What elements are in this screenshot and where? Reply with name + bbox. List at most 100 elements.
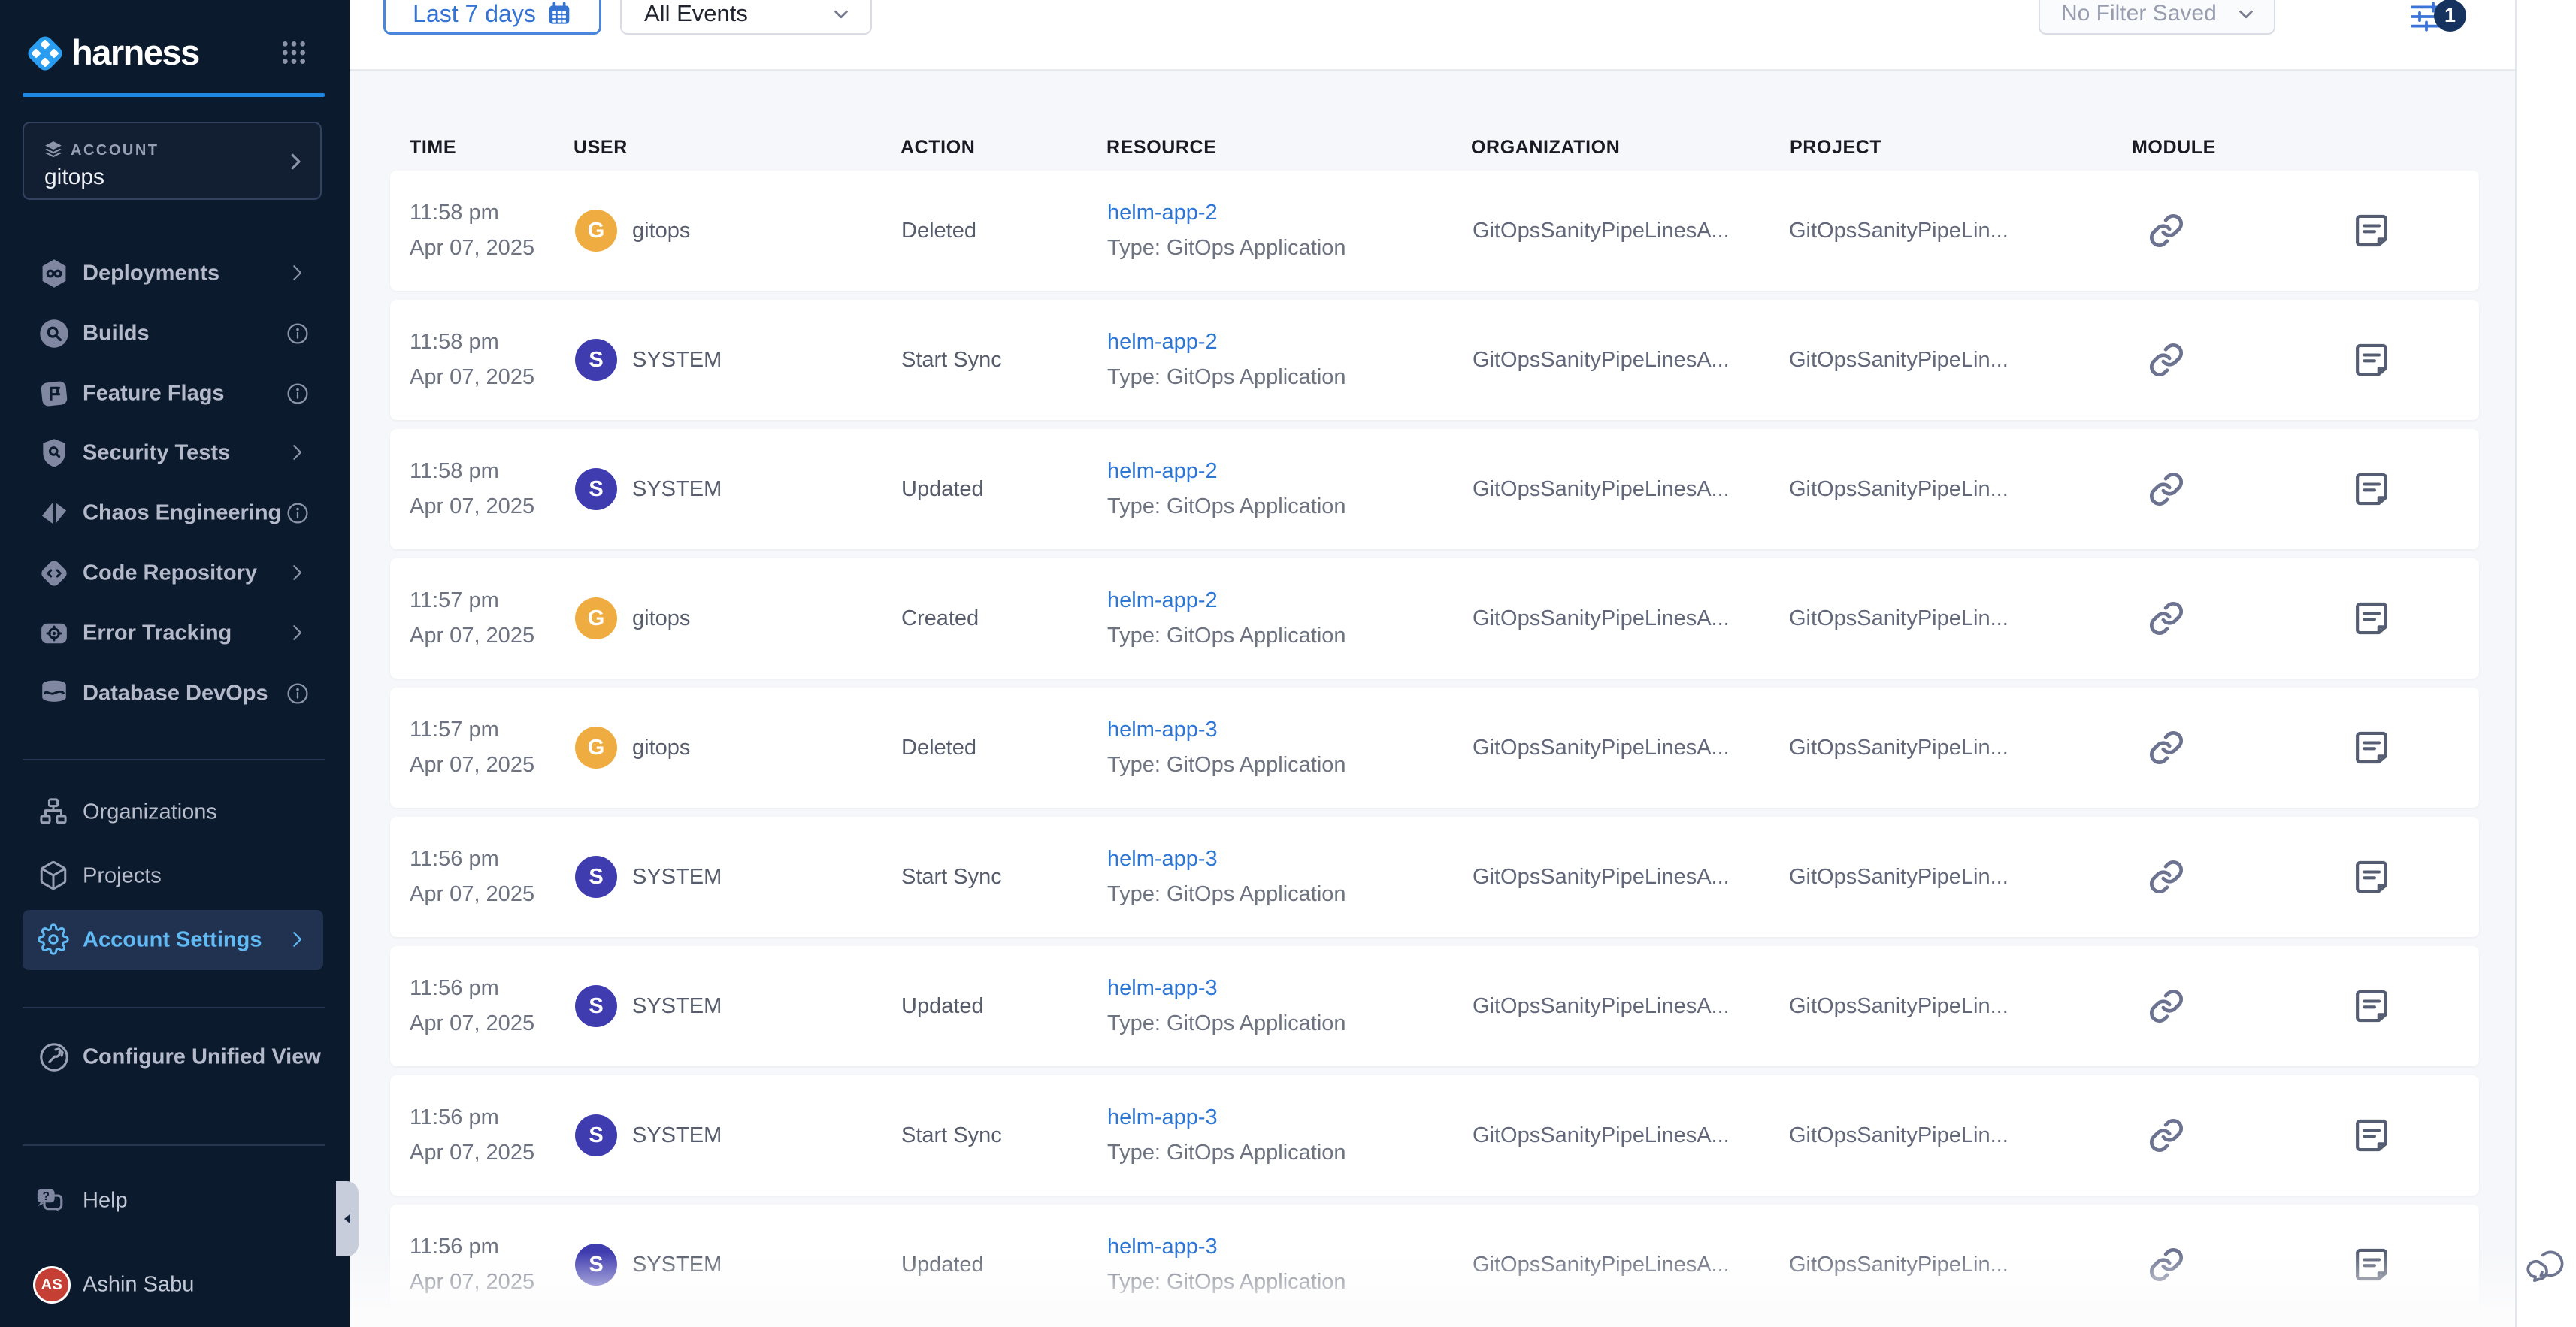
sidebar-item-builds[interactable]: Builds xyxy=(23,304,323,364)
logo-divider xyxy=(23,93,325,97)
resource-type: Type: GitOps Application xyxy=(1107,364,1346,390)
event-organization: GitOpsSanityPipeLinesA... xyxy=(1473,735,1730,760)
column-header-project: PROJECT xyxy=(1790,137,1881,159)
support-chat-icon[interactable] xyxy=(2526,1246,2568,1288)
sidebar-item-chaos-engineering[interactable]: Chaos Engineering xyxy=(23,483,323,543)
event-date: Apr 07, 2025 xyxy=(410,1011,534,1036)
sidebar-item-deployments[interactable]: Deployments xyxy=(23,243,323,304)
sidebar-item-account-settings[interactable]: Account Settings xyxy=(23,910,323,970)
chevron-right-icon xyxy=(286,928,310,952)
event-organization: GitOpsSanityPipeLinesA... xyxy=(1473,1252,1730,1277)
event-summary-note-icon[interactable] xyxy=(2352,1116,2391,1155)
audit-event-row[interactable]: 11:58 pm Apr 07, 2025 S SYSTEM Updated h… xyxy=(390,429,2479,549)
event-user: SYSTEM xyxy=(632,1123,722,1148)
event-user: SYSTEM xyxy=(632,993,722,1019)
resource-link[interactable]: helm-app-3 xyxy=(1107,717,1218,742)
audit-event-row[interactable]: 11:58 pm Apr 07, 2025 S SYSTEM Start Syn… xyxy=(390,300,2479,420)
app-grid-icon[interactable] xyxy=(279,38,309,68)
event-project: GitOpsSanityPipeLin... xyxy=(1789,606,2008,631)
chevron-down-icon xyxy=(2235,3,2257,26)
resource-link[interactable]: helm-app-3 xyxy=(1107,1234,1218,1259)
event-date: Apr 07, 2025 xyxy=(410,364,534,390)
audit-event-row[interactable]: 11:58 pm Apr 07, 2025 G gitops Deleted h… xyxy=(390,171,2479,291)
saved-filter-select[interactable]: No Filter Saved xyxy=(2039,0,2275,35)
projects-icon xyxy=(38,860,71,893)
security-tests-icon xyxy=(38,437,71,470)
resource-type: Type: GitOps Application xyxy=(1107,881,1346,907)
event-summary-note-icon[interactable] xyxy=(2352,211,2391,250)
sidebar-item-projects[interactable]: Projects xyxy=(23,846,323,906)
date-range-button[interactable]: Last 7 days xyxy=(383,0,601,35)
column-header-resource: RESOURCE xyxy=(1106,137,1217,159)
event-date: Apr 07, 2025 xyxy=(410,235,534,261)
sidebar-item-feature-flags[interactable]: Feature Flags xyxy=(23,364,323,424)
audit-event-row[interactable]: 11:56 pm Apr 07, 2025 S SYSTEM Start Syn… xyxy=(390,817,2479,937)
resource-link[interactable]: helm-app-2 xyxy=(1107,588,1218,613)
audit-event-row[interactable]: 11:57 pm Apr 07, 2025 G gitops Created h… xyxy=(390,558,2479,679)
account-scope-selector[interactable]: ACCOUNT gitops xyxy=(23,122,322,200)
event-summary-note-icon[interactable] xyxy=(2352,987,2391,1026)
event-action: Deleted xyxy=(901,218,976,243)
event-time: 11:56 pm xyxy=(410,1105,499,1130)
event-user: gitops xyxy=(632,606,690,631)
saved-filter-value: No Filter Saved xyxy=(2061,1,2217,26)
sidebar: harness ACCOUNT gitops xyxy=(0,0,350,1327)
sidebar-item-database-devops[interactable]: Database DevOps xyxy=(23,664,323,724)
event-user: gitops xyxy=(632,218,690,243)
gitops-module-link-icon xyxy=(2148,600,2185,637)
sidebar-item-help[interactable]: ? Help xyxy=(23,1171,323,1231)
audit-event-row[interactable]: 11:56 pm Apr 07, 2025 S SYSTEM Start Syn… xyxy=(390,1075,2479,1196)
audit-event-row[interactable]: 11:57 pm Apr 07, 2025 G gitops Deleted h… xyxy=(390,688,2479,808)
resource-link[interactable]: helm-app-3 xyxy=(1107,975,1218,1001)
resource-link[interactable]: helm-app-2 xyxy=(1107,329,1218,355)
gitops-module-link-icon xyxy=(2148,729,2185,766)
sidebar-item-security-tests[interactable]: Security Tests xyxy=(23,423,323,483)
event-summary-note-icon[interactable] xyxy=(2352,728,2391,767)
event-time: 11:58 pm xyxy=(410,329,499,355)
event-summary-note-icon[interactable] xyxy=(2352,340,2391,379)
table-header-row: TIME USER ACTION RESOURCE ORGANIZATION P… xyxy=(350,137,2515,162)
event-date: Apr 07, 2025 xyxy=(410,1269,534,1295)
resource-link[interactable]: helm-app-3 xyxy=(1107,846,1218,872)
main-content: Last 7 days All Events N xyxy=(350,0,2576,1327)
user-profile[interactable]: AS Ashin Sabu xyxy=(23,1255,323,1315)
column-header-organization: ORGANIZATION xyxy=(1471,137,1620,159)
chaos-engineering-icon xyxy=(38,497,71,530)
audit-event-row[interactable]: 11:56 pm Apr 07, 2025 S SYSTEM Updated h… xyxy=(390,1205,2479,1325)
database-devops-icon xyxy=(38,677,71,710)
event-summary-note-icon[interactable] xyxy=(2352,1245,2391,1284)
harness-logo-icon xyxy=(25,33,65,74)
gitops-module-link-icon xyxy=(2148,1117,2185,1154)
sidebar-collapse-handle[interactable] xyxy=(336,1181,359,1256)
event-organization: GitOpsSanityPipeLinesA... xyxy=(1473,218,1730,243)
event-summary-note-icon[interactable] xyxy=(2352,599,2391,638)
resource-link[interactable]: helm-app-2 xyxy=(1107,200,1218,225)
wrench-circle-icon xyxy=(38,1041,71,1074)
user-avatar: S xyxy=(575,339,617,381)
event-time: 11:57 pm xyxy=(410,717,499,742)
sidebar-item-code-repository[interactable]: Code Repository xyxy=(23,543,323,603)
info-icon xyxy=(286,682,310,706)
event-organization: GitOpsSanityPipeLinesA... xyxy=(1473,864,1730,890)
event-date: Apr 07, 2025 xyxy=(410,1140,534,1165)
event-date: Apr 07, 2025 xyxy=(410,881,534,907)
sidebar-item-configure-unified-view[interactable]: Configure Unified View xyxy=(23,1027,323,1087)
sidebar-item-error-tracking[interactable]: Error Tracking xyxy=(23,603,323,664)
events-filter-select[interactable]: All Events xyxy=(620,0,872,35)
event-summary-note-icon[interactable] xyxy=(2352,857,2391,896)
user-avatar: G xyxy=(575,597,617,639)
event-summary-note-icon[interactable] xyxy=(2352,470,2391,509)
sidebar-divider xyxy=(23,759,325,760)
column-header-user: USER xyxy=(574,137,628,159)
user-avatar: S xyxy=(575,1114,617,1156)
help-label: Help xyxy=(83,1189,128,1214)
sidebar-item-organizations[interactable]: Organizations xyxy=(23,782,323,842)
event-time: 11:57 pm xyxy=(410,588,499,613)
code-repository-icon xyxy=(38,557,71,590)
event-project: GitOpsSanityPipeLin... xyxy=(1789,1123,2008,1148)
deployments-icon xyxy=(38,257,71,290)
audit-event-row[interactable]: 11:56 pm Apr 07, 2025 S SYSTEM Updated h… xyxy=(390,946,2479,1066)
event-date: Apr 07, 2025 xyxy=(410,623,534,648)
resource-link[interactable]: helm-app-2 xyxy=(1107,458,1218,484)
resource-link[interactable]: helm-app-3 xyxy=(1107,1105,1218,1130)
